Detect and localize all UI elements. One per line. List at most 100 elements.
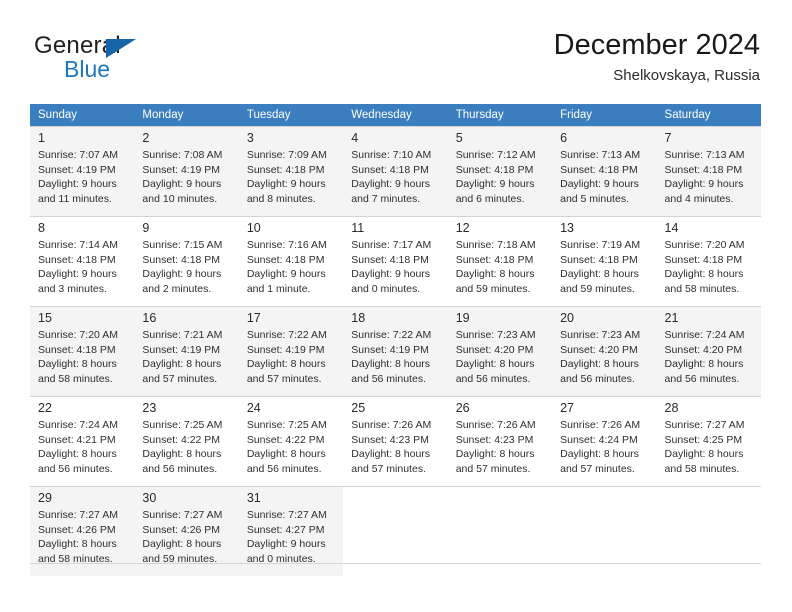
day-info: Sunrise: 7:26 AM Sunset: 4:24 PM Dayligh…	[560, 419, 641, 475]
day-number: 24	[246, 401, 261, 415]
weekday-header-thursday: Thursday	[447, 104, 553, 126]
day-info: Sunrise: 7:25 AM Sunset: 4:22 PM Dayligh…	[246, 419, 327, 475]
day-cell[interactable]: 13 Sunrise: 7:19 AM Sunset: 4:18 PM Dayli…	[552, 216, 657, 306]
calendar-page: General Blue December 2024 Shelkovskaya,…	[0, 0, 792, 612]
day-number: 26	[455, 401, 470, 415]
day-cell[interactable]: 22 Sunrise: 7:24 AM Sunset: 4:21 PM Dayli…	[30, 396, 135, 486]
day-number: 16	[142, 311, 157, 325]
page-header: General Blue December 2024 Shelkovskaya,…	[30, 28, 760, 98]
day-info: Sunrise: 7:08 AM Sunset: 4:19 PM Dayligh…	[142, 149, 223, 205]
day-number: 12	[455, 221, 470, 235]
day-cell[interactable]: 28 Sunrise: 7:27 AM Sunset: 4:25 PM Dayli…	[656, 396, 761, 486]
general-blue-logo[interactable]: General Blue	[34, 32, 214, 90]
day-cell[interactable]: 12 Sunrise: 7:18 AM Sunset: 4:18 PM Dayli…	[447, 216, 553, 306]
day-info: Sunrise: 7:13 AM Sunset: 4:18 PM Dayligh…	[664, 149, 745, 205]
day-info: Sunrise: 7:27 AM Sunset: 4:26 PM Dayligh…	[38, 509, 118, 565]
day-cell[interactable]: 1 Sunrise: 7:07 AM Sunset: 4:19 PM Daylig…	[30, 126, 135, 216]
day-cell[interactable]: 24 Sunrise: 7:25 AM Sunset: 4:22 PM Dayli…	[238, 396, 344, 486]
day-number: 9	[142, 221, 150, 235]
calendar-body: 1 Sunrise: 7:07 AM Sunset: 4:19 PM Daylig…	[30, 126, 761, 576]
day-info: Sunrise: 7:15 AM Sunset: 4:18 PM Dayligh…	[142, 239, 223, 295]
day-cell[interactable]: 3 Sunrise: 7:09 AM Sunset: 4:18 PM Daylig…	[238, 126, 344, 216]
day-cell[interactable]: 11 Sunrise: 7:17 AM Sunset: 4:18 PM Dayli…	[343, 216, 448, 306]
day-number: 25	[351, 401, 366, 415]
day-number: 1	[38, 131, 45, 145]
day-info: Sunrise: 7:25 AM Sunset: 4:22 PM Dayligh…	[142, 419, 223, 475]
day-number: 3	[246, 131, 254, 145]
day-cell[interactable]: 8 Sunrise: 7:14 AM Sunset: 4:18 PM Daylig…	[30, 216, 135, 306]
day-number: 7	[664, 131, 672, 145]
day-info: Sunrise: 7:18 AM Sunset: 4:18 PM Dayligh…	[455, 239, 536, 295]
day-cell[interactable]: 15 Sunrise: 7:20 AM Sunset: 4:18 PM Dayli…	[30, 306, 135, 396]
day-info: Sunrise: 7:22 AM Sunset: 4:19 PM Dayligh…	[351, 329, 432, 385]
day-info: Sunrise: 7:16 AM Sunset: 4:18 PM Dayligh…	[246, 239, 327, 295]
page-subtitle: Shelkovskaya, Russia	[613, 67, 760, 84]
day-number: 29	[38, 491, 52, 505]
day-cell[interactable]: 6 Sunrise: 7:13 AM Sunset: 4:18 PM Daylig…	[552, 126, 657, 216]
weekday-header-friday: Friday	[552, 104, 657, 126]
weekday-header-wednesday: Wednesday	[343, 104, 448, 126]
triangle-flag-icon	[106, 39, 136, 58]
day-cell[interactable]: 27 Sunrise: 7:26 AM Sunset: 4:24 PM Dayli…	[552, 396, 657, 486]
weekday-header-monday: Monday	[134, 104, 239, 126]
day-number: 20	[560, 311, 575, 325]
day-number: 13	[560, 221, 575, 235]
day-number: 31	[246, 491, 261, 505]
day-cell[interactable]: 5 Sunrise: 7:12 AM Sunset: 4:18 PM Daylig…	[447, 126, 553, 216]
day-cell[interactable]: 9 Sunrise: 7:15 AM Sunset: 4:18 PM Daylig…	[134, 216, 239, 306]
day-number: 14	[664, 221, 679, 235]
day-number: 19	[455, 311, 470, 325]
day-cell[interactable]: 25 Sunrise: 7:26 AM Sunset: 4:23 PM Dayli…	[343, 396, 448, 486]
day-number: 4	[351, 131, 359, 145]
day-cell[interactable]: 26 Sunrise: 7:26 AM Sunset: 4:23 PM Dayli…	[447, 396, 553, 486]
day-number: 15	[38, 311, 52, 325]
day-number: 6	[560, 131, 568, 145]
day-cell[interactable]: 16 Sunrise: 7:21 AM Sunset: 4:19 PM Dayli…	[134, 306, 239, 396]
day-info: Sunrise: 7:27 AM Sunset: 4:27 PM Dayligh…	[246, 509, 327, 565]
day-cell[interactable]: 23 Sunrise: 7:25 AM Sunset: 4:22 PM Dayli…	[134, 396, 239, 486]
day-cell[interactable]: 18 Sunrise: 7:22 AM Sunset: 4:19 PM Dayli…	[343, 306, 448, 396]
day-info: Sunrise: 7:12 AM Sunset: 4:18 PM Dayligh…	[455, 149, 536, 205]
day-info: Sunrise: 7:21 AM Sunset: 4:19 PM Dayligh…	[142, 329, 223, 385]
weekday-header-sunday: Sunday	[30, 104, 135, 126]
day-info: Sunrise: 7:23 AM Sunset: 4:20 PM Dayligh…	[455, 329, 536, 385]
title-block: December 2024 Shelkovskaya, Russia	[554, 28, 760, 87]
day-info: Sunrise: 7:23 AM Sunset: 4:20 PM Dayligh…	[560, 329, 641, 385]
day-number: 5	[455, 131, 463, 145]
day-number: 8	[38, 221, 45, 235]
day-cell[interactable]: 14 Sunrise: 7:20 AM Sunset: 4:18 PM Dayli…	[656, 216, 761, 306]
day-cell[interactable]: 17 Sunrise: 7:22 AM Sunset: 4:19 PM Dayli…	[238, 306, 344, 396]
day-cell[interactable]: 7 Sunrise: 7:13 AM Sunset: 4:18 PM Daylig…	[656, 126, 761, 216]
day-number: 30	[142, 491, 157, 505]
day-info: Sunrise: 7:20 AM Sunset: 4:18 PM Dayligh…	[38, 329, 118, 385]
day-cell[interactable]: 2 Sunrise: 7:08 AM Sunset: 4:19 PM Daylig…	[134, 126, 239, 216]
day-cell[interactable]: 4 Sunrise: 7:10 AM Sunset: 4:18 PM Daylig…	[343, 126, 448, 216]
weekday-header-tuesday: Tuesday	[238, 104, 344, 126]
day-info: Sunrise: 7:22 AM Sunset: 4:19 PM Dayligh…	[246, 329, 327, 385]
day-info: Sunrise: 7:13 AM Sunset: 4:18 PM Dayligh…	[560, 149, 641, 205]
day-info: Sunrise: 7:14 AM Sunset: 4:18 PM Dayligh…	[38, 239, 118, 295]
day-info: Sunrise: 7:27 AM Sunset: 4:26 PM Dayligh…	[142, 509, 223, 565]
day-number: 10	[246, 221, 261, 235]
week-row: 1 Sunrise: 7:07 AM Sunset: 4:19 PM Daylig…	[30, 126, 761, 216]
calendar-table: Sunday Monday Tuesday Wednesday Thursday…	[30, 104, 761, 576]
day-cell[interactable]: 21 Sunrise: 7:24 AM Sunset: 4:20 PM Dayli…	[656, 306, 761, 396]
day-info: Sunrise: 7:24 AM Sunset: 4:20 PM Dayligh…	[664, 329, 745, 385]
day-info: Sunrise: 7:09 AM Sunset: 4:18 PM Dayligh…	[246, 149, 327, 205]
day-info: Sunrise: 7:26 AM Sunset: 4:23 PM Dayligh…	[351, 419, 432, 475]
weekday-header-saturday: Saturday	[656, 104, 761, 126]
day-number: 11	[351, 221, 365, 235]
day-info: Sunrise: 7:27 AM Sunset: 4:25 PM Dayligh…	[664, 419, 745, 475]
week-row: 8 Sunrise: 7:14 AM Sunset: 4:18 PM Daylig…	[30, 216, 761, 306]
day-number: 17	[246, 311, 261, 325]
day-cell[interactable]: 10 Sunrise: 7:16 AM Sunset: 4:18 PM Dayli…	[238, 216, 344, 306]
day-info: Sunrise: 7:17 AM Sunset: 4:18 PM Dayligh…	[351, 239, 432, 295]
week-row: 22 Sunrise: 7:24 AM Sunset: 4:21 PM Dayli…	[30, 396, 761, 486]
day-cell[interactable]: 20 Sunrise: 7:23 AM Sunset: 4:20 PM Dayli…	[552, 306, 657, 396]
day-number: 2	[142, 131, 150, 145]
day-info: Sunrise: 7:20 AM Sunset: 4:18 PM Dayligh…	[664, 239, 745, 295]
day-cell[interactable]: 19 Sunrise: 7:23 AM Sunset: 4:20 PM Dayli…	[447, 306, 553, 396]
day-number: 23	[142, 401, 157, 415]
day-number: 28	[664, 401, 679, 415]
day-number: 22	[38, 401, 52, 415]
